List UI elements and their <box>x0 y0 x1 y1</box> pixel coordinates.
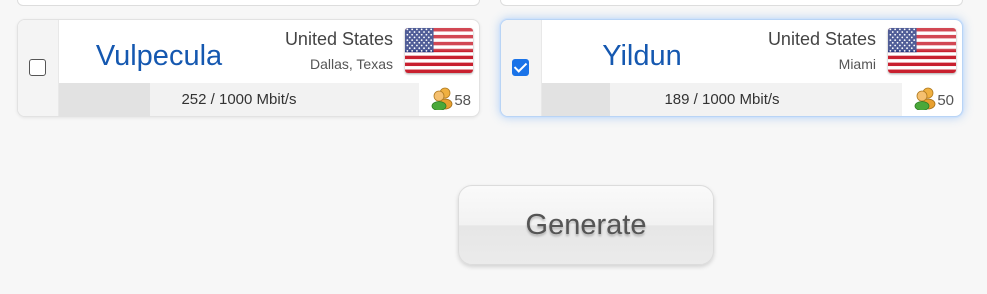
user-count-value: 50 <box>937 91 954 109</box>
server-country: United States <box>284 29 393 49</box>
flag-gloss <box>405 28 473 51</box>
us-flag-icon <box>405 28 473 73</box>
generate-button[interactable]: Generate <box>458 185 714 265</box>
flag-stripe <box>405 69 473 73</box>
server-card-vulpecula[interactable]: Vulpecula United States Dallas, Texas 25… <box>17 19 480 117</box>
user-count: 50 <box>914 86 954 114</box>
server-checkbox[interactable] <box>512 59 529 76</box>
flag-stripe <box>405 66 473 70</box>
flag-stripe <box>888 59 956 63</box>
bandwidth-text: 189 / 1000 Mbit/s <box>664 91 780 108</box>
flag-stripe <box>888 69 956 73</box>
server-city: Dallas, Texas <box>309 56 393 72</box>
bandwidth-text: 252 / 1000 Mbit/s <box>181 91 297 108</box>
flag-stripe <box>888 62 956 67</box>
flag-stripe <box>888 52 956 56</box>
bandwidth-bar: 252 / 1000 Mbit/s <box>59 83 419 116</box>
checkbox-column <box>18 20 59 116</box>
server-name: Vulpecula <box>95 40 223 72</box>
checkbox-column <box>501 20 542 116</box>
users-icon <box>914 86 936 114</box>
server-name: Yildun <box>602 40 682 72</box>
flag-stripe <box>888 66 956 70</box>
server-checkbox[interactable] <box>29 59 46 76</box>
users-icon <box>431 86 453 114</box>
server-country: United States <box>767 29 876 49</box>
previous-card-edge <box>17 0 480 6</box>
flag-stripe <box>405 52 473 56</box>
bandwidth-bar: 189 / 1000 Mbit/s <box>542 83 902 116</box>
flag-stripe <box>405 62 473 67</box>
flag-stripe <box>405 55 473 60</box>
us-flag-icon <box>888 28 956 73</box>
server-city: Miami <box>838 56 876 72</box>
flag-gloss <box>888 28 956 51</box>
user-count-value: 58 <box>454 91 471 109</box>
flag-stripe <box>888 55 956 60</box>
flag-stripe <box>405 59 473 63</box>
user-count: 58 <box>431 86 471 114</box>
server-card-yildun[interactable]: Yildun United States Miami 189 / 1000 Mb… <box>500 19 963 117</box>
previous-card-edge <box>500 0 963 6</box>
